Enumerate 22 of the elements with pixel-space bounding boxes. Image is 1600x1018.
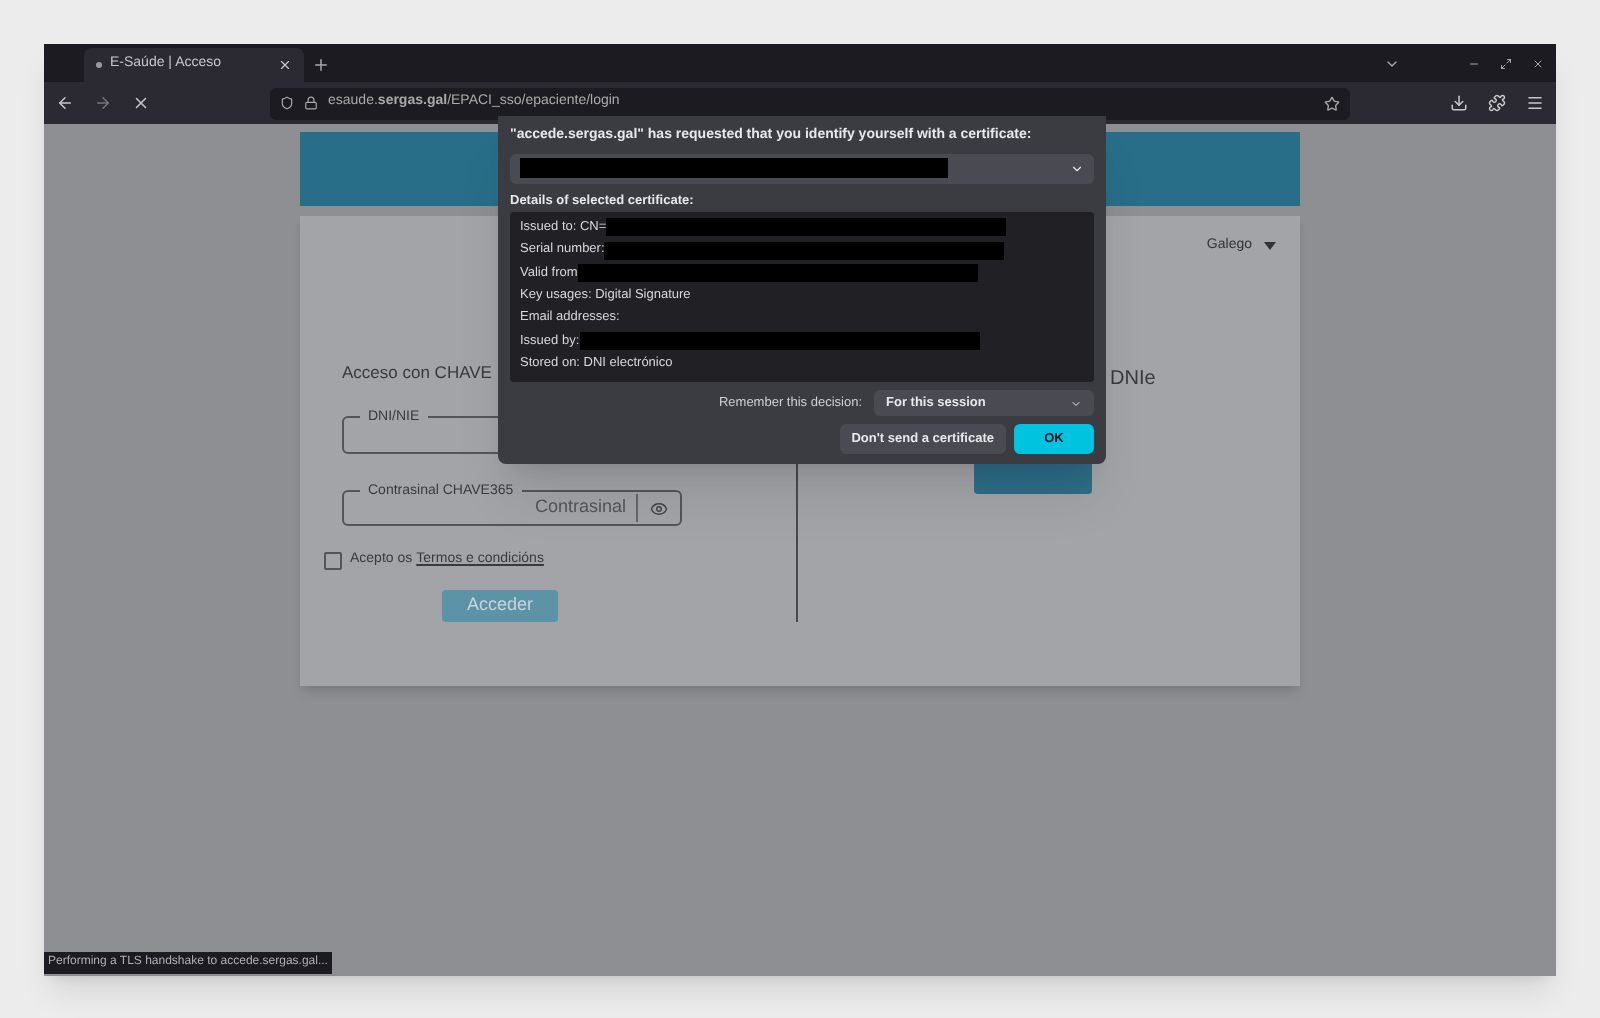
bookmark-star-icon[interactable] — [1324, 95, 1340, 111]
chevron-down-icon[interactable] — [1070, 161, 1084, 175]
dropdown-triangle-icon[interactable] — [1264, 242, 1276, 251]
close-window-icon[interactable] — [1532, 58, 1544, 70]
minimize-icon[interactable] — [1468, 58, 1480, 70]
download-icon[interactable] — [1450, 94, 1468, 112]
shield-icon[interactable] — [280, 96, 294, 110]
tab-list-icon[interactable] — [1384, 56, 1400, 72]
back-icon[interactable] — [56, 94, 74, 112]
forward-icon[interactable] — [94, 94, 112, 112]
show-password-icon[interactable] — [650, 499, 668, 518]
password-placeholder: Contrasinal — [534, 494, 628, 521]
close-tab-icon[interactable] — [278, 58, 292, 72]
chave-heading: Acceso con CHAVE — [342, 360, 492, 386]
chevron-down-icon[interactable] — [1070, 397, 1082, 410]
new-tab-icon[interactable] — [312, 56, 330, 74]
terms-checkbox[interactable] — [324, 551, 342, 570]
menu-icon[interactable] — [1526, 94, 1544, 112]
stop-loading-icon[interactable] — [132, 94, 150, 112]
lock-icon[interactable] — [304, 96, 318, 110]
extensions-icon[interactable] — [1488, 94, 1506, 112]
dnie-heading: DNIe — [1110, 365, 1156, 393]
